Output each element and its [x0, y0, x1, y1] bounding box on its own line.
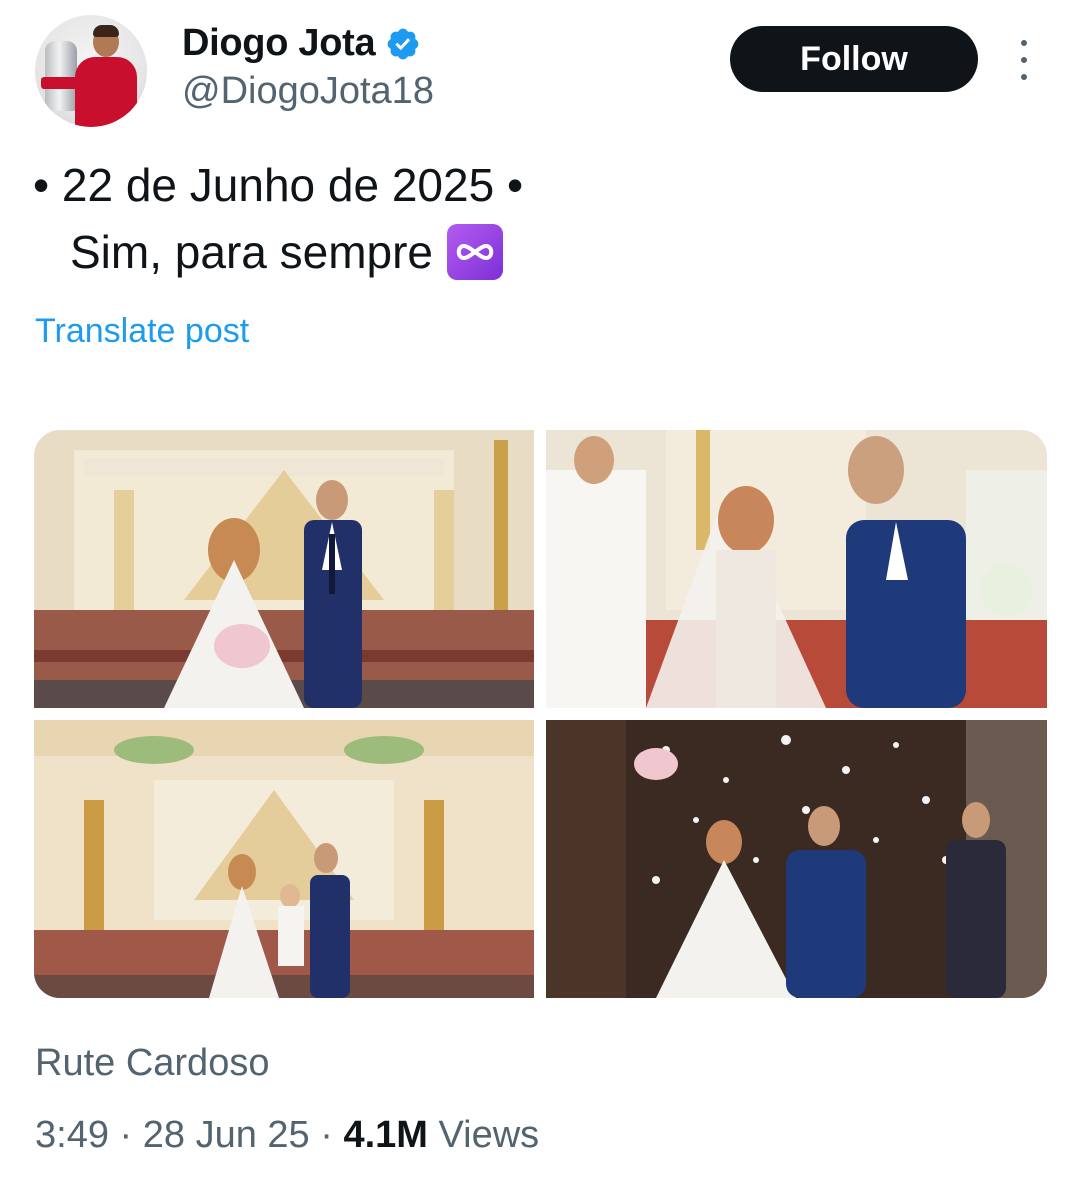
author-handle[interactable]: @DiogoJota18: [182, 70, 434, 113]
media-grid: [34, 430, 1047, 998]
author-display-name[interactable]: Diogo Jota: [182, 22, 376, 65]
tweet-text-line-2-label: Sim, para sempre: [70, 226, 434, 278]
views-count[interactable]: 4.1M: [343, 1114, 427, 1156]
verified-badge-icon: [387, 28, 419, 59]
more-dot: [1021, 74, 1027, 80]
more-options-icon[interactable]: [1010, 40, 1038, 80]
follow-button[interactable]: Follow: [730, 26, 978, 92]
infinity-emoji-icon: [447, 224, 504, 280]
tweet-text-line-1: • 22 de Junho de 2025 •: [33, 159, 524, 211]
more-dot: [1021, 40, 1027, 46]
trophy-shape: [45, 41, 77, 111]
photo-altar-couple: [34, 430, 534, 708]
media-photo-4[interactable]: [546, 720, 1047, 998]
tweet-text-line-2: Sim, para sempre: [70, 224, 504, 280]
meta-separator: ·: [309, 1114, 344, 1156]
author-avatar[interactable]: [35, 15, 147, 127]
translate-post-link[interactable]: Translate post: [35, 312, 249, 351]
photo-credit[interactable]: Rute Cardoso: [35, 1042, 269, 1085]
photo-couple-child: [34, 720, 534, 998]
views-label: Views: [438, 1114, 540, 1156]
meta-separator: ·: [108, 1114, 143, 1156]
author-name-row: Diogo Jota: [182, 22, 421, 65]
tweet-metadata: 3:49 · 28 Jun 25 · 4.1M Views: [35, 1114, 539, 1157]
more-dot: [1021, 57, 1027, 63]
photo-couple-rings: [546, 430, 1047, 708]
tweet-date[interactable]: 28 Jun 25: [143, 1114, 310, 1156]
avatar-hair: [93, 25, 119, 37]
avatar-body: [75, 57, 137, 127]
photo-church-exit: [546, 720, 1047, 998]
media-photo-1[interactable]: [34, 430, 534, 708]
media-photo-3[interactable]: [34, 720, 534, 998]
tweet-time[interactable]: 3:49: [35, 1114, 109, 1156]
media-photo-2[interactable]: [546, 430, 1047, 708]
